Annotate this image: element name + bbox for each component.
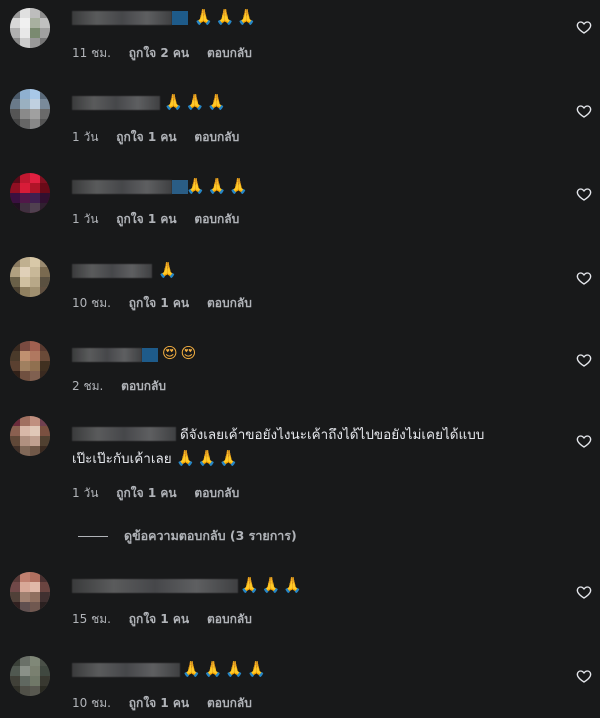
comment-emoji: 🙏🙏🙏 xyxy=(186,177,252,195)
comment-item: 🙏🙏🙏🙏 10 ชม. ถูกใจ 1 คน ตอบกลับ xyxy=(0,646,600,718)
heart-icon[interactable] xyxy=(576,668,592,684)
comment-emoji: 🙏🙏🙏 xyxy=(164,93,230,111)
comment-time[interactable]: 1 วัน xyxy=(72,212,98,226)
likes-count[interactable]: ถูกใจ 1 คน xyxy=(116,130,176,144)
avatar[interactable] xyxy=(10,416,50,456)
avatar[interactable] xyxy=(10,656,50,696)
comment-meta: 1 วัน ถูกใจ 1 คน ตอบกลับ xyxy=(72,210,253,229)
comment-time[interactable]: 15 ชม. xyxy=(72,612,111,626)
reply-button[interactable]: ตอบกลับ xyxy=(207,696,252,710)
heart-icon[interactable] xyxy=(576,270,592,286)
comment-meta: 1 วัน ถูกใจ 1 คน ตอบกลับ xyxy=(72,128,253,147)
comment-emoji: 🙏🙏🙏 xyxy=(194,8,260,26)
comment-emoji: 🙏🙏🙏 xyxy=(175,449,241,467)
comment-time[interactable]: 2 ชม. xyxy=(72,379,103,393)
comment-emoji: 🙏🙏🙏 xyxy=(240,576,306,594)
likes-count[interactable]: ถูกใจ 2 คน xyxy=(129,46,189,60)
heart-icon[interactable] xyxy=(576,19,592,35)
comment-item: 🙏🙏🙏 15 ชม. ถูกใจ 1 คน ตอบกลับ xyxy=(0,562,600,642)
comment-meta: 2 ชม. ตอบกลับ xyxy=(72,377,180,396)
avatar[interactable] xyxy=(10,257,50,297)
heart-icon[interactable] xyxy=(576,433,592,449)
comment-text-line2: เป๊ะเป๊ะกับเค้าเลย xyxy=(72,451,172,467)
comment-item: 🙏🙏🙏 1 วัน ถูกใจ 1 คน ตอบกลับ xyxy=(0,84,600,164)
avatar[interactable] xyxy=(10,572,50,612)
comment-time[interactable]: 1 วัน xyxy=(72,486,98,500)
comment-time[interactable]: 10 ชม. xyxy=(72,696,111,710)
commenter-name-redacted[interactable] xyxy=(72,427,176,441)
view-replies-link[interactable]: ดูข้อความตอบกลับ (3 รายการ) xyxy=(78,526,297,546)
likes-count[interactable]: ถูกใจ 1 คน xyxy=(116,212,176,226)
comment-text: เป๊ะเป๊ะกับเค้าเลย 🙏🙏🙏 xyxy=(72,447,241,470)
comment-item: ดีจังเลยเค้าขอยังไงนะเค้าถึงได้ไปขอยังไม… xyxy=(0,416,600,516)
comment-time[interactable]: 10 ชม. xyxy=(72,296,111,310)
avatar[interactable] xyxy=(10,8,50,48)
reply-button[interactable]: ตอบกลับ xyxy=(194,130,239,144)
comment-item: 🙏🙏🙏 1 วัน ถูกใจ 1 คน ตอบกลับ xyxy=(0,168,600,248)
heart-icon[interactable] xyxy=(576,584,592,600)
commenter-name-redacted[interactable] xyxy=(72,579,238,593)
avatar[interactable] xyxy=(10,89,50,129)
commenter-name-redacted[interactable] xyxy=(72,663,180,677)
likes-count[interactable]: ถูกใจ 1 คน xyxy=(129,296,189,310)
comment-meta: 11 ชม. ถูกใจ 2 คน ตอบกลับ xyxy=(72,44,266,63)
name-badge xyxy=(172,11,188,25)
commenter-name-redacted[interactable] xyxy=(72,264,152,278)
likes-count[interactable]: ถูกใจ 1 คน xyxy=(129,612,189,626)
comment-emoji: 🙏🙏🙏🙏 xyxy=(182,660,269,678)
reply-button[interactable]: ตอบกลับ xyxy=(207,296,252,310)
thread-line xyxy=(78,536,108,537)
heart-icon[interactable] xyxy=(576,186,592,202)
avatar[interactable] xyxy=(10,173,50,213)
comment-item: 😍😍 2 ชม. ตอบกลับ xyxy=(0,336,600,416)
reply-button[interactable]: ตอบกลับ xyxy=(207,46,252,60)
commenter-name-redacted[interactable] xyxy=(72,96,160,110)
reply-button[interactable]: ตอบกลับ xyxy=(194,486,239,500)
avatar[interactable] xyxy=(10,341,50,381)
likes-count[interactable]: ถูกใจ 1 คน xyxy=(129,696,189,710)
comment-item: 🙏 10 ชม. ถูกใจ 1 คน ตอบกลับ xyxy=(0,252,600,332)
commenter-name-redacted[interactable] xyxy=(72,180,172,194)
comment-emoji: 😍😍 xyxy=(162,344,200,362)
likes-count[interactable]: ถูกใจ 1 คน xyxy=(116,486,176,500)
comment-meta: 15 ชม. ถูกใจ 1 คน ตอบกลับ xyxy=(72,610,266,629)
commenter-name-redacted[interactable] xyxy=(72,11,172,25)
comment-emoji: 🙏 xyxy=(158,261,180,279)
view-replies-label: ดูข้อความตอบกลับ (3 รายการ) xyxy=(124,528,297,543)
comment-time[interactable]: 11 ชม. xyxy=(72,46,111,60)
comment-text: ดีจังเลยเค้าขอยังไงนะเค้าถึงได้ไปขอยังไม… xyxy=(180,427,485,443)
reply-button[interactable]: ตอบกลับ xyxy=(207,612,252,626)
commenter-name-redacted[interactable] xyxy=(72,348,142,362)
reply-button[interactable]: ตอบกลับ xyxy=(194,212,239,226)
comment-meta: 10 ชม. ถูกใจ 1 คน ตอบกลับ xyxy=(72,294,266,313)
name-badge xyxy=(142,348,158,362)
reply-button[interactable]: ตอบกลับ xyxy=(121,379,166,393)
comment-item: 🙏🙏🙏 11 ชม. ถูกใจ 2 คน ตอบกลับ xyxy=(0,0,600,80)
comment-meta: 10 ชม. ถูกใจ 1 คน ตอบกลับ xyxy=(72,694,266,713)
heart-icon[interactable] xyxy=(576,352,592,368)
comment-time[interactable]: 1 วัน xyxy=(72,130,98,144)
comment-meta: 1 วัน ถูกใจ 1 คน ตอบกลับ xyxy=(72,484,253,503)
heart-icon[interactable] xyxy=(576,103,592,119)
